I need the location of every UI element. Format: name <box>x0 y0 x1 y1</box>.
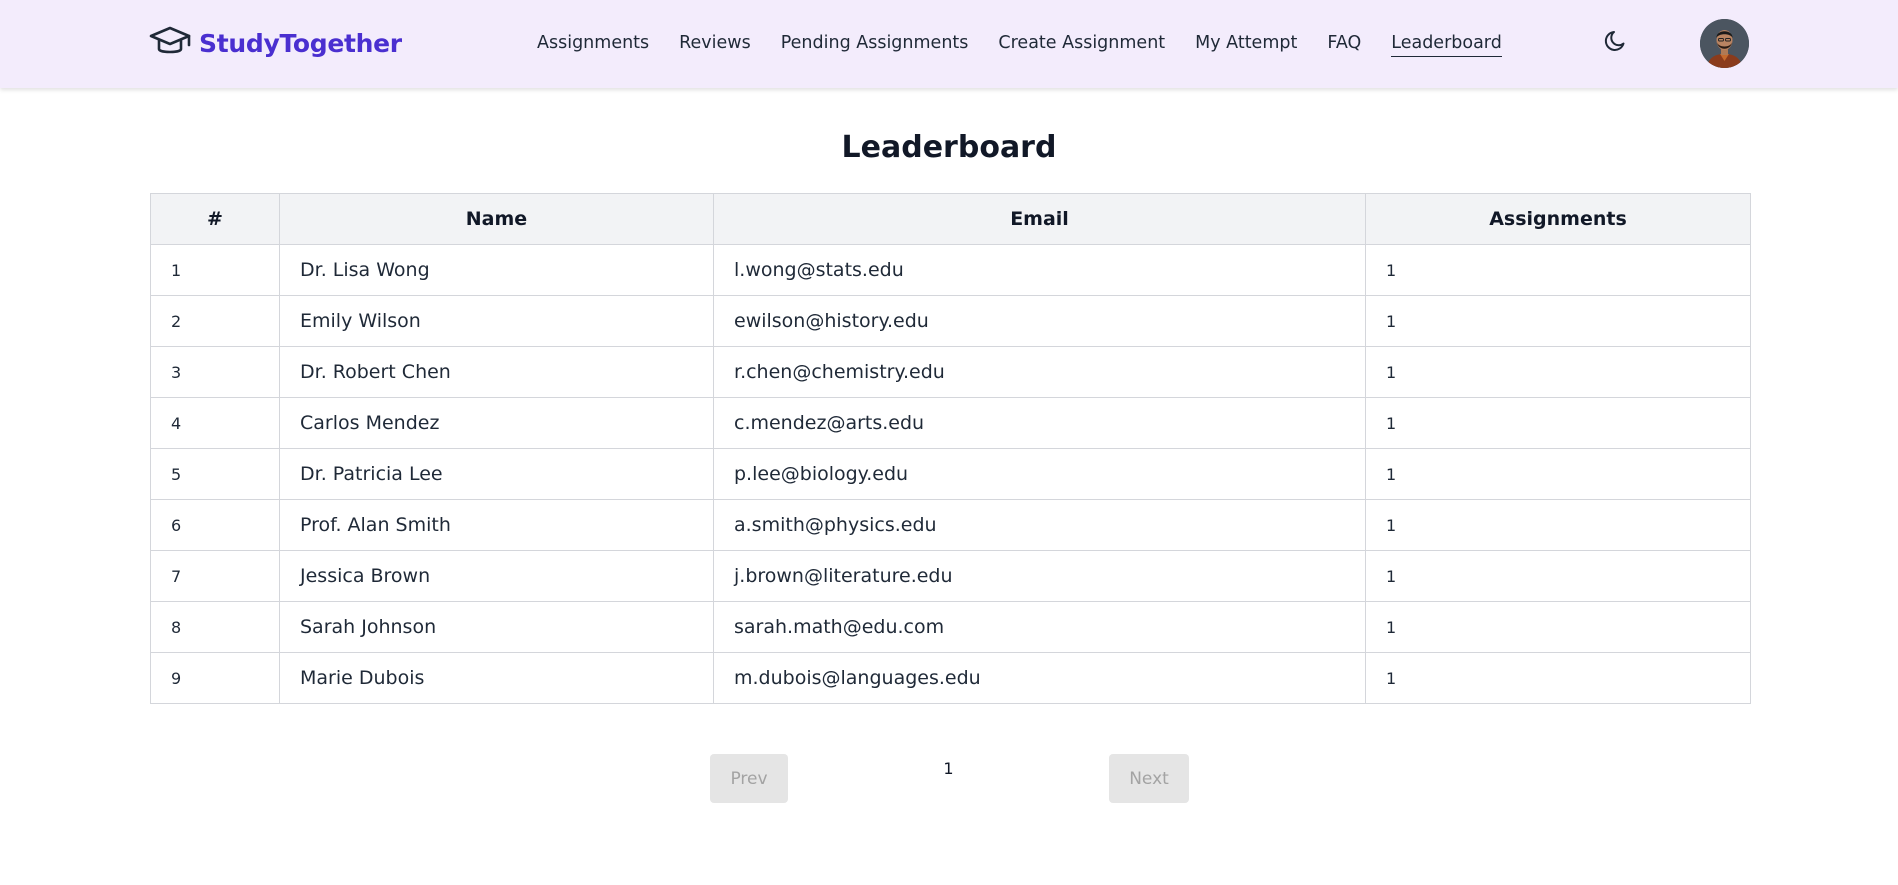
nav-link-assignments[interactable]: Assignments <box>537 30 649 57</box>
rank-cell: 7 <box>150 550 280 602</box>
table-row: 2 Emily Wilson ewilson@history.edu 1 <box>150 295 1751 347</box>
header-email: Email <box>713 193 1366 245</box>
name-cell: Dr. Patricia Lee <box>279 448 714 500</box>
email-cell: sarah.math@edu.com <box>713 601 1366 653</box>
rank-cell: 2 <box>150 295 280 347</box>
name-cell: Sarah Johnson <box>279 601 714 653</box>
rank-cell: 1 <box>150 244 280 296</box>
table-row: 7 Jessica Brown j.brown@literature.edu 1 <box>150 550 1751 602</box>
name-cell: Dr. Lisa Wong <box>279 244 714 296</box>
assignments-cell: 1 <box>1365 601 1751 653</box>
rank-cell: 9 <box>150 652 280 704</box>
email-cell: j.brown@literature.edu <box>713 550 1366 602</box>
name-cell: Jessica Brown <box>279 550 714 602</box>
name-cell: Emily Wilson <box>279 295 714 347</box>
assignments-cell: 1 <box>1365 550 1751 602</box>
brand-name: StudyTogether <box>199 28 402 58</box>
assignments-cell: 1 <box>1365 346 1751 398</box>
rank-cell: 6 <box>150 499 280 551</box>
name-cell: Marie Dubois <box>279 652 714 704</box>
avatar[interactable] <box>1700 19 1749 68</box>
moon-icon[interactable] <box>1603 28 1629 54</box>
email-cell: ewilson@history.edu <box>713 295 1366 347</box>
navbar: StudyTogether Assignments Reviews Pendin… <box>0 0 1898 88</box>
nav-link-leaderboard[interactable]: Leaderboard <box>1391 30 1502 57</box>
header-rank: # <box>150 193 280 245</box>
nav-link-create-assignment[interactable]: Create Assignment <box>998 30 1165 57</box>
assignments-cell: 1 <box>1365 295 1751 347</box>
rank-cell: 5 <box>150 448 280 500</box>
graduation-cap-icon <box>149 23 191 63</box>
assignments-cell: 1 <box>1365 397 1751 449</box>
brand-logo[interactable]: StudyTogether <box>149 24 402 62</box>
name-cell: Dr. Robert Chen <box>279 346 714 398</box>
table-row: 9 Marie Dubois m.dubois@languages.edu 1 <box>150 652 1751 704</box>
table-header-row: # Name Email Assignments <box>150 193 1751 245</box>
nav-link-pending-assignments[interactable]: Pending Assignments <box>781 30 969 57</box>
table-row: 1 Dr. Lisa Wong l.wong@stats.edu 1 <box>150 244 1751 296</box>
assignments-cell: 1 <box>1365 499 1751 551</box>
header-assignments: Assignments <box>1365 193 1751 245</box>
rank-cell: 8 <box>150 601 280 653</box>
email-cell: a.smith@physics.edu <box>713 499 1366 551</box>
email-cell: l.wong@stats.edu <box>713 244 1366 296</box>
email-cell: p.lee@biology.edu <box>713 448 1366 500</box>
email-cell: m.dubois@languages.edu <box>713 652 1366 704</box>
table-row: 8 Sarah Johnson sarah.math@edu.com 1 <box>150 601 1751 653</box>
nav-links: Assignments Reviews Pending Assignments … <box>537 30 1532 57</box>
email-cell: r.chen@chemistry.edu <box>713 346 1366 398</box>
rank-cell: 3 <box>150 346 280 398</box>
nav-link-reviews[interactable]: Reviews <box>679 30 751 57</box>
page-title: Leaderboard <box>841 130 1057 165</box>
assignments-cell: 1 <box>1365 448 1751 500</box>
prev-button[interactable]: Prev <box>710 754 788 803</box>
leaderboard-table: # Name Email Assignments 1 Dr. Lisa Wong… <box>150 193 1751 704</box>
email-cell: c.mendez@arts.edu <box>713 397 1366 449</box>
page-number[interactable]: 1 <box>940 759 957 778</box>
nav-link-faq[interactable]: FAQ <box>1327 30 1361 57</box>
header-name: Name <box>279 193 714 245</box>
table-row: 6 Prof. Alan Smith a.smith@physics.edu 1 <box>150 499 1751 551</box>
name-cell: Carlos Mendez <box>279 397 714 449</box>
table-row: 3 Dr. Robert Chen r.chen@chemistry.edu 1 <box>150 346 1751 398</box>
assignments-cell: 1 <box>1365 652 1751 704</box>
next-button[interactable]: Next <box>1109 754 1189 803</box>
assignments-cell: 1 <box>1365 244 1751 296</box>
rank-cell: 4 <box>150 397 280 449</box>
nav-link-my-attempt[interactable]: My Attempt <box>1195 30 1297 57</box>
table-row: 5 Dr. Patricia Lee p.lee@biology.edu 1 <box>150 448 1751 500</box>
name-cell: Prof. Alan Smith <box>279 499 714 551</box>
table-row: 4 Carlos Mendez c.mendez@arts.edu 1 <box>150 397 1751 449</box>
